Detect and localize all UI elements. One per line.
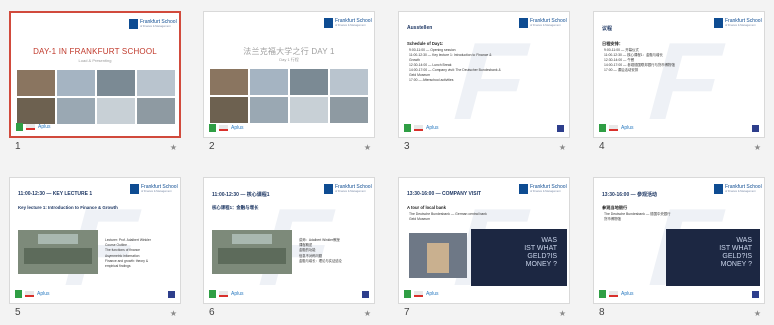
slide-number: 1 [15, 141, 21, 152]
slide-footer: Aplus [16, 123, 76, 131]
list-item: 17:00 — Afterschool activities [409, 78, 454, 82]
slide-title: 法兰克福大学之行 DAY 1 [243, 47, 335, 56]
frankfurt-school-logo: Frankfurt School of Finance & Management [129, 19, 177, 33]
photo-collage [17, 70, 177, 126]
slide-footer: Aplus [15, 290, 75, 298]
star-icon[interactable]: ★ [754, 310, 761, 318]
star-icon[interactable]: ★ [559, 310, 566, 318]
slide-title: Ausstellen [407, 25, 433, 31]
slide-preview: F Frankfurt Schoolof Finance & Managemen… [593, 11, 765, 138]
slide-subtitle: Load & Presenting [78, 58, 112, 63]
page-marker [168, 291, 175, 298]
slide-footer: Aplus [209, 124, 269, 132]
list-item: 11:00-12:30 — Key lecture 1: Introductio… [409, 53, 492, 57]
slide-number: 6 [209, 307, 215, 318]
slide-number: 3 [404, 141, 410, 152]
visit-list: The Deutsche Bundesbank — 德国中央银行 货币博物馆 [604, 212, 671, 222]
slide-footer: Aplus [404, 124, 464, 132]
visit-list: The Deutsche Bundesbank — German central… [409, 212, 487, 222]
lecture-photo [18, 230, 98, 274]
slide-preview: F Frankfurt Schoolof Finance & Managemen… [203, 177, 375, 304]
frankfurt-school-logo: Frankfurt School of Finance & Management [324, 18, 372, 32]
page-marker [752, 291, 759, 298]
frankfurt-school-logo: Frankfurt School of Finance & Management [324, 184, 372, 198]
slide-thumbnail-3[interactable]: F Frankfurt School of Finance & Managemen… [398, 11, 570, 156]
star-icon[interactable]: ★ [754, 144, 761, 152]
slide-thumbnail-4[interactable]: F Frankfurt School of Finance & Managemen… [593, 11, 765, 156]
star-icon[interactable]: ★ [364, 310, 371, 318]
slide-title: 13:30-16:00 — COMPANY VISIT [407, 191, 482, 197]
body-title: A tour of local bank [407, 205, 446, 210]
slide-thumbnail-6[interactable]: F Frankfurt School of Finance & Managemen… [203, 177, 375, 322]
slide-preview: Frankfurt School of Finance & Management … [9, 11, 181, 138]
slide-title: DAY-1 IN FRANKFURT SCHOOL [33, 47, 157, 56]
slide-footer: Aplus [599, 124, 659, 132]
body-title: Schedule of Day1: [407, 41, 444, 46]
lecture-bullets: 讲师：Adalbert Winkler教授 课程概述 金融的功能 信息不对称问题… [299, 238, 342, 264]
lecture-bullets: Lecturer: Prof. Adalbert Winkler Course … [105, 238, 151, 269]
slide-footer: Aplus [599, 290, 659, 298]
list-item: 货币博物馆 [604, 217, 621, 221]
slide-title: 11:00-12:30 — 核心课程1 [212, 192, 270, 198]
slide-title: 议程 [602, 26, 613, 32]
slide-preview: F Frankfurt Schoolof Finance & Managemen… [398, 11, 570, 138]
slide-subtitle: Day 1 行程 [279, 57, 299, 62]
slide-number: 4 [599, 141, 605, 152]
slide-preview: F Frankfurt Schoolof Finance & Managemen… [593, 177, 765, 304]
slide-thumbnail-5[interactable]: F Frankfurt School of Finance & Managemen… [9, 177, 181, 322]
star-icon[interactable]: ★ [170, 144, 177, 152]
slide-preview: F Frankfurt Schoolof Finance & Managemen… [9, 177, 181, 304]
slide-title: 13:30-16:00 — 参观活动 [602, 192, 658, 198]
star-icon[interactable]: ★ [559, 144, 566, 152]
slide-number: 5 [15, 307, 21, 318]
frankfurt-school-logo: Frankfurt School of Finance & Management [519, 184, 567, 198]
page-marker [752, 125, 759, 132]
list-item: 金融与增长：理论与实证结论 [299, 258, 342, 263]
body-title: 参观当地银行 [602, 205, 628, 210]
schedule-list: 9:00-11:00 — Opening session 11:00-12:30… [409, 48, 501, 83]
slide-preview: F Frankfurt Schoolof Finance & Managemen… [398, 177, 570, 304]
body-title: 日程安排： [602, 41, 623, 46]
money-museum-photo: WAS IST WHAT GELD?IS MONEY ? [666, 229, 760, 286]
schedule-list: 9:00-11:00 — 开幕仪式 11:00-12:30 — 核心课程1：金融… [604, 48, 675, 73]
list-item: 17:00 — 课后活动安排 [604, 68, 639, 72]
frankfurt-school-logo: Frankfurt School of Finance & Management [714, 18, 762, 32]
slide-footer: Aplus [209, 290, 269, 298]
slide-title: 11:00-12:30 — KEY LECTURE 1 [18, 191, 93, 197]
lecture-title: Key lecture 1: Introduction to Finance &… [18, 205, 118, 210]
frankfurt-school-logo: Frankfurt School of Finance & Management [714, 184, 762, 198]
page-marker [362, 291, 369, 298]
money-museum-photo: WAS IST WHAT GELD?IS MONEY ? [471, 229, 567, 286]
frankfurt-school-logo: Frankfurt School of Finance & Management [519, 18, 567, 32]
slide-number: 2 [209, 141, 215, 152]
visit-photo [409, 233, 467, 278]
slide-footer: Aplus [404, 290, 464, 298]
slide-number: 8 [599, 307, 605, 318]
lecture-title: 核心课程1：金融与增长 [212, 205, 259, 210]
slide-thumbnail-8[interactable]: F Frankfurt Schoolof Finance & Managemen… [593, 177, 765, 322]
lecture-photo [212, 230, 292, 274]
star-icon[interactable]: ★ [170, 310, 177, 318]
slide-thumbnail-2[interactable]: Frankfurt School of Finance & Management … [203, 11, 375, 156]
page-marker [557, 125, 564, 132]
list-item: Geld Museum [409, 217, 431, 221]
slide-thumbnail-7[interactable]: F Frankfurt Schoolof Finance & Managemen… [398, 177, 570, 322]
star-icon[interactable]: ★ [364, 144, 371, 152]
slide-preview: Frankfurt School of Finance & Management … [203, 11, 375, 138]
watermark-f: F [635, 20, 736, 138]
slide-number: 7 [404, 307, 410, 318]
photo-collage [210, 69, 370, 125]
slide-thumbnail-1[interactable]: Frankfurt School of Finance & Management … [9, 11, 181, 156]
list-item: empirical findings [105, 264, 131, 269]
frankfurt-school-logo: Frankfurt School of Finance & Management [130, 184, 178, 198]
